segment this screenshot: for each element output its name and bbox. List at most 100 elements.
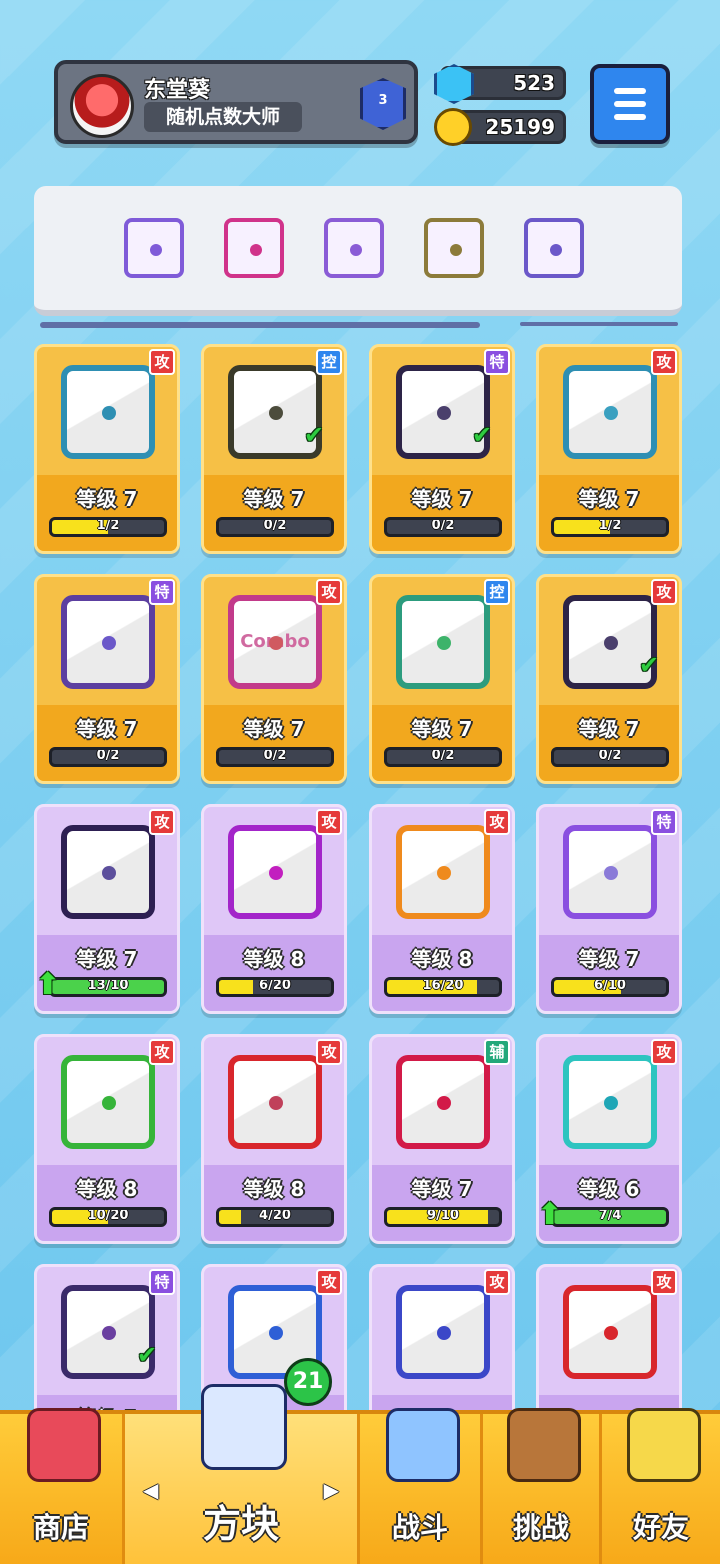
dice-card[interactable]: 特等级 7 0/2 bbox=[34, 574, 180, 784]
dice-type-tag: 控 bbox=[484, 579, 510, 605]
progress-text: 0/2 bbox=[431, 748, 455, 763]
dice-face-icon bbox=[228, 825, 322, 919]
nav-challenge-label: 挑战 bbox=[512, 1511, 569, 1544]
dice-level: 等级 7 bbox=[76, 487, 138, 511]
dice-face-icon bbox=[61, 1055, 155, 1149]
dice-card[interactable]: 攻等级 8 10/20 bbox=[34, 1034, 180, 1244]
progress-text: 6/10 bbox=[594, 978, 626, 993]
dice-type-tag: 攻 bbox=[316, 1269, 342, 1295]
dice-pip bbox=[269, 866, 283, 880]
upgrade-progress-bar: 7/4 bbox=[551, 1207, 669, 1227]
dice-card[interactable]: ✔ 特等级 7 0/2 bbox=[369, 344, 515, 554]
dice-face-icon bbox=[61, 825, 155, 919]
dice-box-icon bbox=[201, 1384, 287, 1470]
dice-card[interactable]: 攻等级 8 6/20 bbox=[201, 804, 347, 1014]
dice-card[interactable]: Combo攻等级 7 0/2 bbox=[201, 574, 347, 784]
upgrade-progress-bar: 6/20 bbox=[216, 977, 334, 997]
dice-face-icon bbox=[396, 1285, 490, 1379]
dice-card[interactable]: 攻等级 7 1/2 bbox=[34, 344, 180, 554]
nav-friends[interactable]: 好友 bbox=[602, 1408, 720, 1564]
progress-text: 1/2 bbox=[598, 518, 622, 533]
arrow-dice-icon[interactable] bbox=[224, 218, 284, 278]
dice-card[interactable]: 特等级 7 6/10 bbox=[536, 804, 682, 1014]
dice-pip bbox=[102, 866, 116, 880]
dice-type-tag: 辅 bbox=[484, 1039, 510, 1065]
dice-level: 等级 7 bbox=[411, 487, 473, 511]
golden-dragon-dice-icon[interactable] bbox=[424, 218, 484, 278]
progress-text: 0/2 bbox=[263, 518, 287, 533]
nav-dice[interactable]: ◀ ▶ 方块 bbox=[125, 1384, 357, 1564]
upgrade-progress-bar: 9/10 bbox=[384, 1207, 502, 1227]
nav-challenge[interactable]: 挑战 bbox=[483, 1408, 599, 1564]
dice-pip bbox=[102, 1096, 116, 1110]
upgrade-available-icon[interactable]: ⬆ bbox=[37, 967, 60, 1002]
menu-button[interactable] bbox=[590, 64, 670, 144]
dice-level: 等级 8 bbox=[243, 947, 305, 971]
dice-face-icon bbox=[563, 1055, 657, 1149]
nav-shop[interactable]: 商店 bbox=[0, 1408, 122, 1564]
shatter-dice-icon[interactable] bbox=[124, 218, 184, 278]
menu-icon bbox=[614, 88, 646, 94]
dice-level: 等级 7 bbox=[411, 1177, 473, 1201]
dice-pip bbox=[604, 1096, 618, 1110]
avatar[interactable] bbox=[70, 74, 134, 138]
dice-type-tag: 特 bbox=[149, 1269, 175, 1295]
coin-icon bbox=[434, 108, 472, 146]
dice-card[interactable]: 攻等级 8 16/20 bbox=[369, 804, 515, 1014]
dice-level: 等级 7 bbox=[411, 717, 473, 741]
dice-face-icon: Combo bbox=[228, 595, 322, 689]
progress-text: 16/20 bbox=[422, 978, 464, 993]
dice-card[interactable]: 控等级 7 0/2 bbox=[369, 574, 515, 784]
progress-text: 6/20 bbox=[259, 978, 291, 993]
dice-level: 等级 7 bbox=[76, 717, 138, 741]
profile-panel[interactable]: 东堂葵 随机点数大师 3 bbox=[54, 60, 418, 144]
dice-pip bbox=[269, 406, 283, 420]
dice-level: 等级 7 bbox=[578, 717, 640, 741]
dice-type-tag: 控 bbox=[316, 349, 342, 375]
dice-level: 等级 8 bbox=[76, 1177, 138, 1201]
dice-type-tag: 攻 bbox=[316, 1039, 342, 1065]
dice-level: 等级 7 bbox=[578, 487, 640, 511]
progress-text: 4/20 bbox=[259, 1208, 291, 1223]
dice-card[interactable]: ✔ 攻等级 7 0/2 bbox=[536, 574, 682, 784]
dice-face-icon bbox=[61, 595, 155, 689]
dice-notification-badge: 21 bbox=[284, 1358, 332, 1406]
dice-pip bbox=[604, 866, 618, 880]
rank-badge[interactable]: 3 bbox=[360, 78, 406, 130]
nav-battle-label: 战斗 bbox=[391, 1511, 448, 1544]
dice-card[interactable]: 攻等级 7 13/10 ⬆ bbox=[34, 804, 180, 1014]
progress-text: 0/2 bbox=[263, 748, 287, 763]
dice-type-tag: 攻 bbox=[651, 1039, 677, 1065]
deck-divider bbox=[40, 322, 480, 328]
dice-face-icon bbox=[563, 1285, 657, 1379]
upgrade-progress-bar: 6/10 bbox=[551, 977, 669, 997]
deck-divider bbox=[520, 322, 678, 326]
dice-pip bbox=[437, 1096, 451, 1110]
dice-pip bbox=[269, 1326, 283, 1340]
progress-text: 9/10 bbox=[427, 1208, 459, 1223]
star-dragon-dice-icon[interactable] bbox=[324, 218, 384, 278]
dice-card[interactable]: ✔ 控等级 7 0/2 bbox=[201, 344, 347, 554]
upgrade-progress-bar: 4/20 bbox=[216, 1207, 334, 1227]
upgrade-progress-bar: 1/2 bbox=[551, 517, 669, 537]
shop-icon bbox=[27, 1408, 101, 1482]
purple-dragon-dice-icon[interactable] bbox=[524, 218, 584, 278]
progress-text: 13/10 bbox=[87, 978, 129, 993]
dice-type-tag: 攻 bbox=[149, 809, 175, 835]
dice-type-tag: 攻 bbox=[651, 579, 677, 605]
equipped-check-icon: ✔ bbox=[471, 421, 492, 449]
nav-battle[interactable]: 战斗 bbox=[360, 1408, 480, 1564]
dice-card[interactable]: 攻等级 7 1/2 bbox=[536, 344, 682, 554]
dice-card[interactable]: 攻等级 6 7/4 ⬆ bbox=[536, 1034, 682, 1244]
dice-pip bbox=[437, 636, 451, 650]
nav-friends-label: 好友 bbox=[632, 1511, 689, 1544]
dice-card[interactable]: 攻等级 8 4/20 bbox=[201, 1034, 347, 1244]
upgrade-progress-bar: 10/20 bbox=[49, 1207, 167, 1227]
upgrade-available-icon[interactable]: ⬆ bbox=[539, 1197, 562, 1232]
bottom-nav: 商店 ◀ ▶ 方块 战斗 挑战 好友 bbox=[0, 1384, 720, 1564]
dice-card[interactable]: 辅等级 7 9/10 bbox=[369, 1034, 515, 1244]
dice-level: 等级 8 bbox=[411, 947, 473, 971]
dice-type-tag: 攻 bbox=[651, 1269, 677, 1295]
dice-face-icon bbox=[228, 1055, 322, 1149]
upgrade-progress-bar: 1/2 bbox=[49, 517, 167, 537]
